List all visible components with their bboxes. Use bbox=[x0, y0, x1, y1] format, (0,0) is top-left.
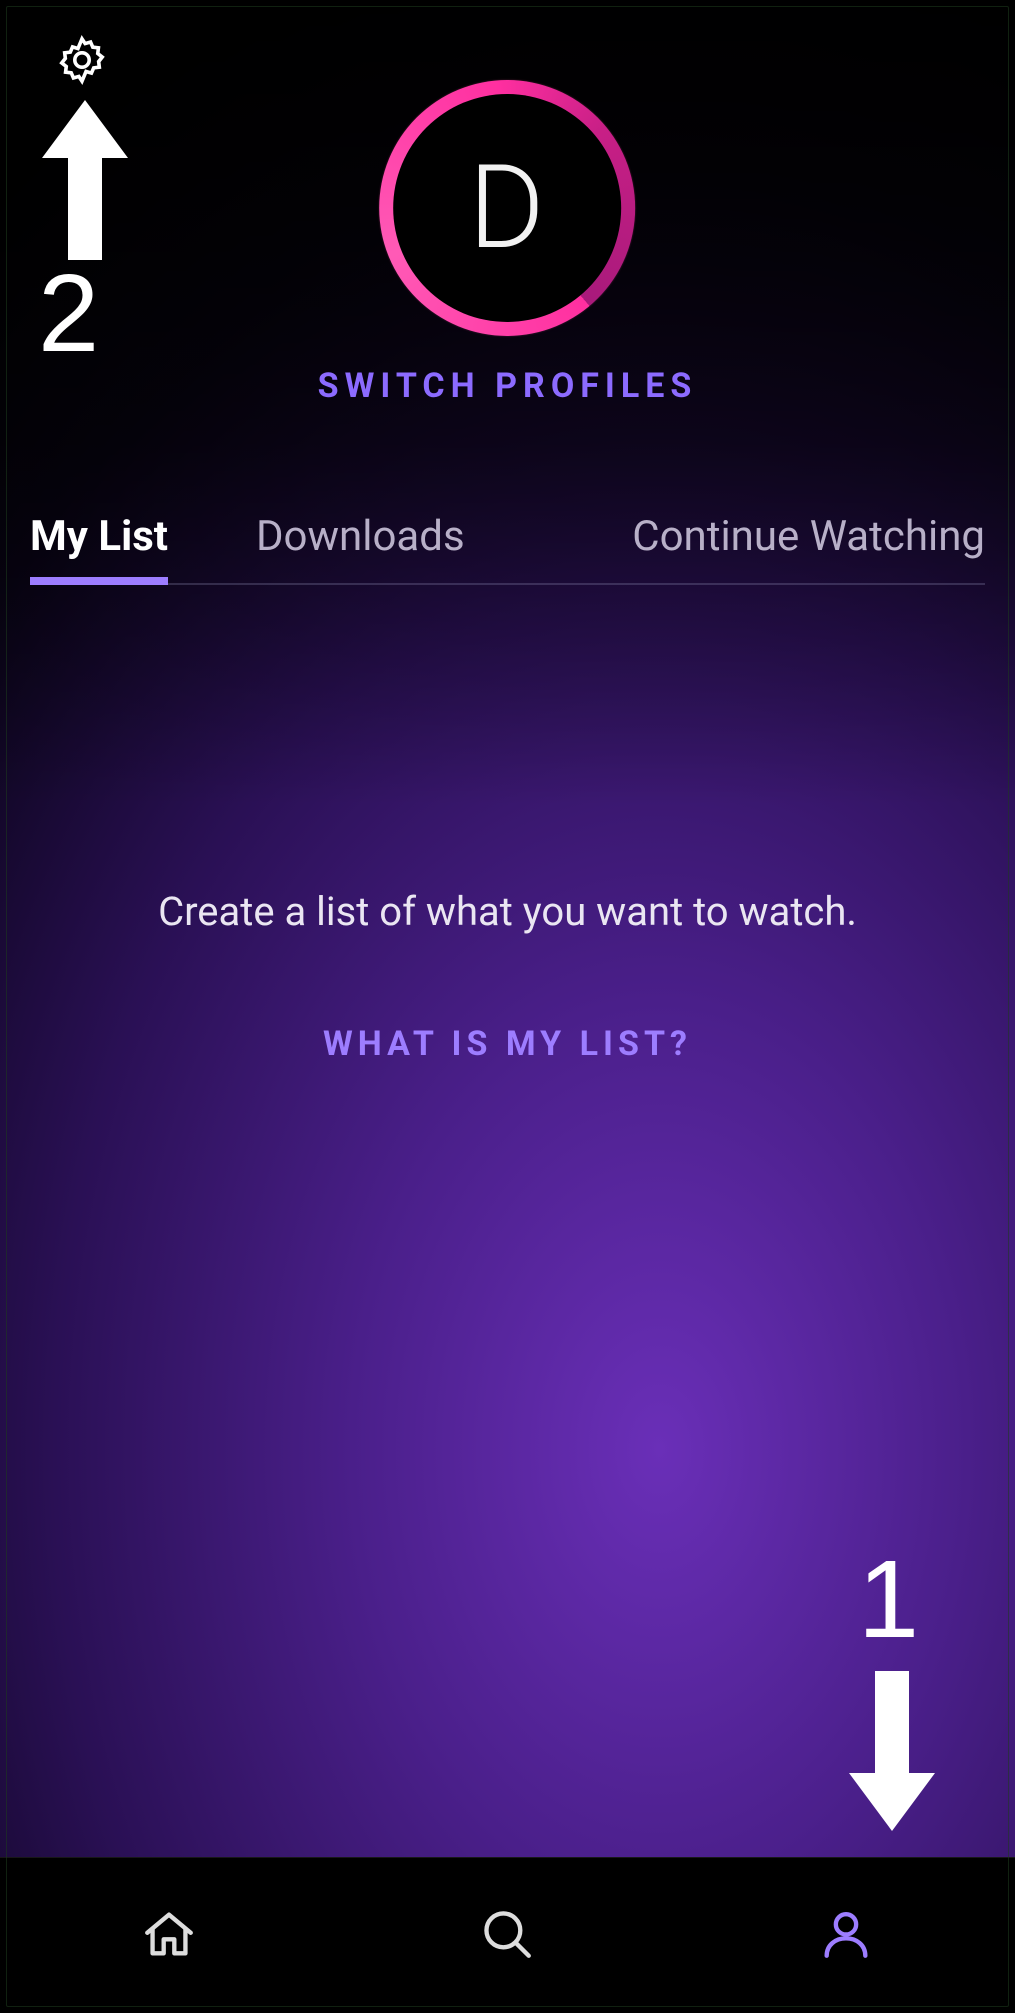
tab-label: Continue Watching bbox=[632, 512, 985, 561]
profile-avatar-section: D SWITCH PROFILES bbox=[318, 80, 698, 406]
switch-profiles-button[interactable]: SWITCH PROFILES bbox=[318, 366, 698, 406]
avatar-ring[interactable]: D bbox=[380, 80, 636, 336]
tab-continue-watching[interactable]: Continue Watching bbox=[632, 492, 985, 583]
what-is-my-list-link[interactable]: WHAT IS MY LIST? bbox=[0, 1024, 1015, 1064]
nav-profile[interactable] bbox=[801, 1891, 891, 1981]
tab-downloads[interactable]: Downloads bbox=[256, 492, 465, 583]
profile-screen: D SWITCH PROFILES My List Downloads Cont… bbox=[0, 0, 1015, 2013]
profile-icon bbox=[817, 1905, 875, 1967]
nav-search[interactable] bbox=[462, 1891, 552, 1981]
tab-my-list[interactable]: My List bbox=[30, 492, 168, 583]
annotation-arrow-down bbox=[849, 1671, 935, 1831]
home-icon bbox=[140, 1905, 198, 1967]
tab-label: Downloads bbox=[256, 512, 465, 561]
empty-state-message: Create a list of what you want to watch. bbox=[0, 888, 1015, 935]
annotation-arrow-up bbox=[42, 100, 128, 260]
settings-button[interactable] bbox=[52, 32, 112, 92]
bottom-navigation bbox=[0, 1857, 1015, 2013]
annotation-number-2: 2 bbox=[38, 250, 99, 377]
nav-home[interactable] bbox=[124, 1891, 214, 1981]
annotation-number-1: 1 bbox=[858, 1536, 919, 1663]
search-icon bbox=[478, 1905, 536, 1967]
avatar-initial: D bbox=[394, 94, 622, 322]
tab-label: My List bbox=[30, 512, 168, 561]
gear-icon bbox=[55, 33, 109, 91]
content-tabs: My List Downloads Continue Watching bbox=[30, 492, 985, 585]
